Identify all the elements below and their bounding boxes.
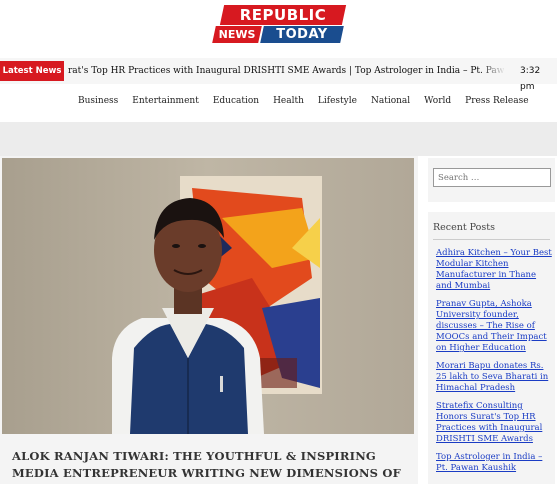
search-input[interactable] xyxy=(433,168,551,187)
recent-post-link[interactable]: Morari Bapu donates Rs. 25 lakh to Seva … xyxy=(436,361,552,394)
site-logo[interactable]: REPUBLIC NEWS TODAY xyxy=(212,5,347,45)
ticker-headlines[interactable]: rat's Top HR Practices with Inaugural DR… xyxy=(68,63,504,79)
article-photo-illustration xyxy=(2,158,414,434)
recent-post-link[interactable]: Adhira Kitchen – Your Best Modular Kitch… xyxy=(436,248,552,292)
logo-today-block: TODAY xyxy=(260,26,344,43)
recent-posts-title: Recent Posts xyxy=(433,222,495,233)
recent-posts-divider xyxy=(433,239,550,240)
nav-item-business[interactable]: Business xyxy=(78,96,118,106)
latest-news-ticker: Latest News rat's Top HR Practices with … xyxy=(0,58,557,92)
featured-article: ALOK RANJAN TIWARI: THE YOUTHFUL & INSPI… xyxy=(0,156,418,484)
nav-item-entertainment[interactable]: Entertainment xyxy=(132,96,199,106)
nav-item-education[interactable]: Education xyxy=(213,96,259,106)
site-header: REPUBLIC NEWS TODAY xyxy=(0,0,557,55)
sidebar: Recent Posts Adhira Kitchen – Your Best … xyxy=(426,156,557,484)
recent-posts-widget: Recent Posts Adhira Kitchen – Your Best … xyxy=(428,212,555,484)
main-navigation: Business Entertainment Education Health … xyxy=(0,90,557,116)
nav-item-national[interactable]: National xyxy=(371,96,410,106)
nav-item-world[interactable]: World xyxy=(424,96,451,106)
search-widget xyxy=(428,158,555,202)
article-headline[interactable]: ALOK RANJAN TIWARI: THE YOUTHFUL & INSPI… xyxy=(12,448,408,484)
logo-republic-block: REPUBLIC xyxy=(219,5,347,25)
recent-post-link[interactable]: Stratefix Consulting Honors Surat's Top … xyxy=(436,401,552,445)
logo-republic-text: REPUBLIC xyxy=(239,6,327,24)
logo-today-text: TODAY xyxy=(276,27,328,42)
header-divider-band xyxy=(0,122,557,156)
recent-post-link[interactable]: Pranav Gupta, Ashoka University founder,… xyxy=(436,299,552,354)
logo-news-block: NEWS xyxy=(212,26,262,43)
nav-item-health[interactable]: Health xyxy=(273,96,304,106)
ticker-fade xyxy=(480,58,506,84)
nav-item-lifestyle[interactable]: Lifestyle xyxy=(318,96,357,106)
latest-news-label: Latest News xyxy=(0,61,64,81)
recent-post-link[interactable]: Top Astrologer in India – Pt. Pawan Kaus… xyxy=(436,452,552,474)
logo-news-text: NEWS xyxy=(218,28,256,41)
article-photo[interactable] xyxy=(2,158,414,434)
nav-item-press-release[interactable]: Press Release xyxy=(465,96,528,106)
